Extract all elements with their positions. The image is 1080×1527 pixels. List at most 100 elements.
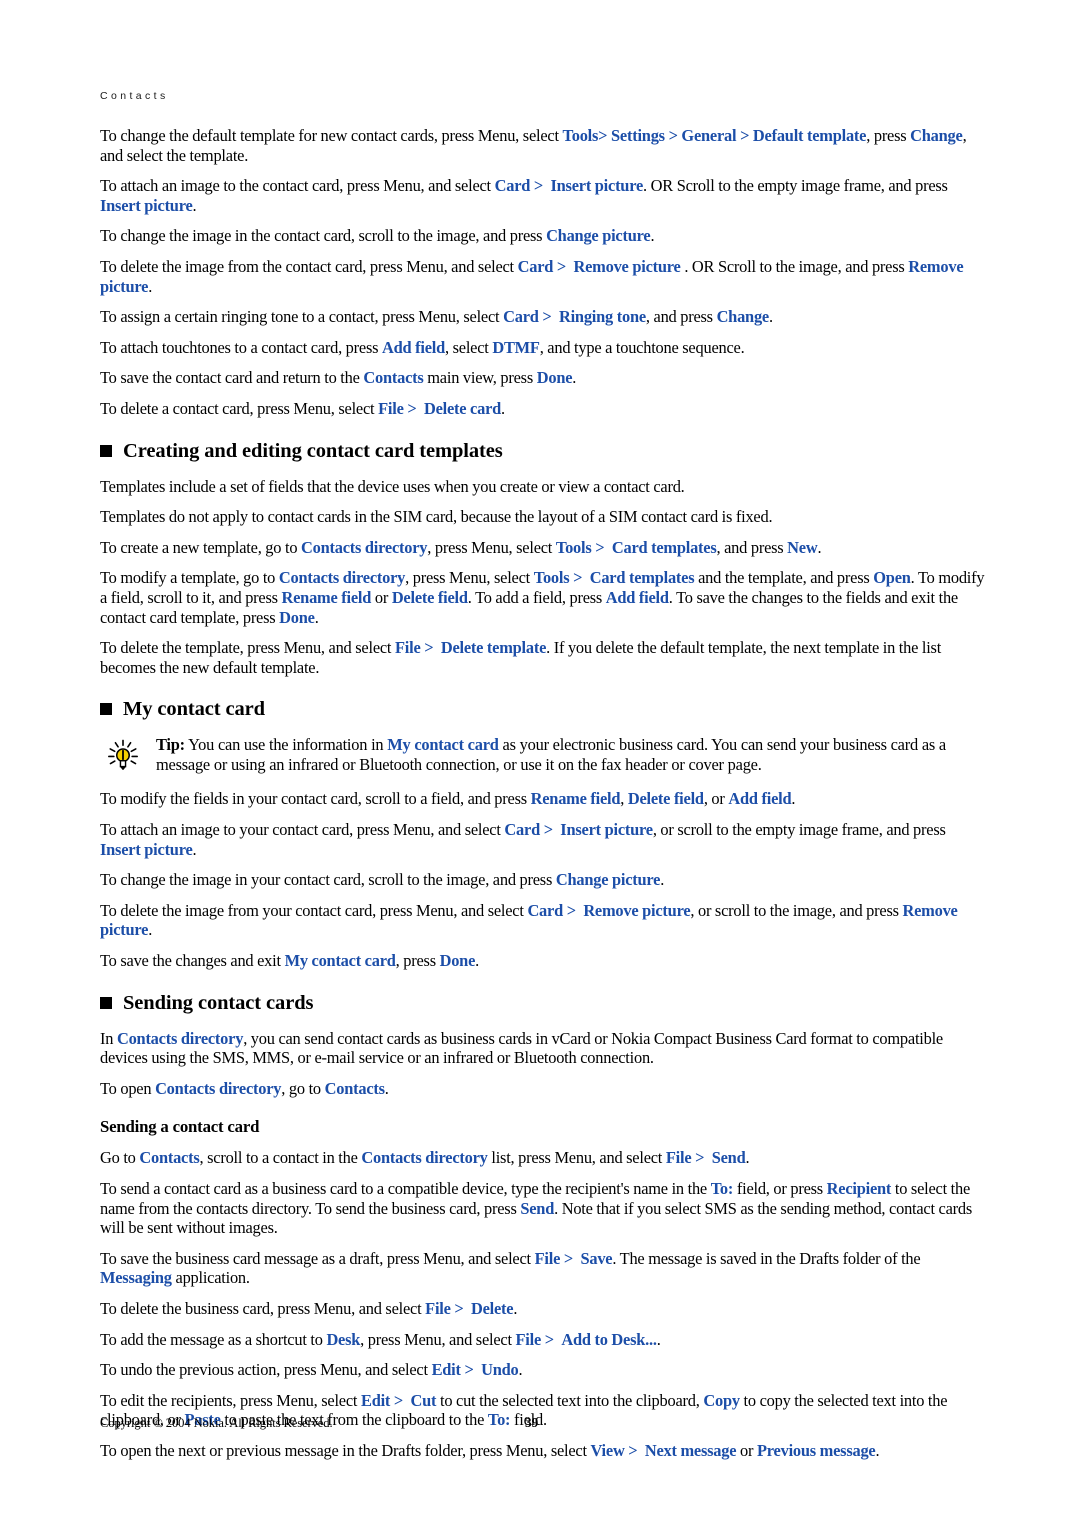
paragraph-attach-image-contact-card: To attach an image to the contact card, … (100, 176, 989, 215)
text: . (192, 195, 197, 215)
separator-gt: > (407, 398, 417, 418)
text: To undo the previous action, press Menu,… (100, 1360, 432, 1380)
paragraph-goto-contacts-send: Go to Contacts, scroll to a contact in t… (100, 1148, 989, 1168)
ui-label-file: File (394, 638, 421, 658)
tip-callout: Tip: You can use the information in My c… (100, 735, 989, 774)
ui-label-rename-field: Rename field (530, 789, 621, 809)
ui-label-insert-picture: Insert picture (100, 195, 193, 215)
ui-label-change: Change (716, 307, 770, 327)
text: , press (866, 126, 911, 145)
paragraph-save-exit-my-card: To save the changes and exit My contact … (100, 951, 989, 971)
ui-label-card: Card (504, 820, 540, 840)
text: To delete the image from the contact car… (100, 256, 518, 276)
paragraph-delete-contact-card: To delete a contact card, press Menu, se… (100, 399, 989, 419)
text: To change the image in your contact card… (100, 870, 556, 890)
paragraph-save-draft: To save the business card message as a d… (100, 1249, 989, 1288)
subheading-sending-a-contact-card: Sending a contact card (100, 1117, 260, 1137)
ui-label-file: File (425, 1298, 451, 1318)
text: , go to (281, 1078, 325, 1098)
text: . (791, 789, 796, 809)
ui-label-to-field: To: (487, 1410, 511, 1430)
ui-label-messaging: Messaging (100, 1268, 172, 1288)
text: To send a contact card as a business car… (100, 1179, 711, 1198)
ui-label-my-contact-card: My contact card (284, 951, 396, 971)
ui-label-undo: Undo (481, 1360, 519, 1380)
ui-label-cut: Cut (410, 1390, 437, 1410)
text: You can use the information in (184, 735, 388, 755)
text: To edit the recipients, press Menu, sele… (100, 1390, 361, 1410)
text: . OR Scroll to the empty image frame, an… (643, 176, 948, 196)
text: . (314, 607, 319, 627)
text: , and press (645, 307, 717, 327)
paragraph-default-template: To change the default template for new c… (100, 126, 989, 165)
text: . (650, 226, 655, 246)
ui-label-contacts-directory: Contacts directory (278, 568, 406, 588)
separator-gt: > (595, 537, 605, 557)
text: . (475, 951, 480, 971)
separator-gt: > (556, 256, 567, 276)
text: . (501, 398, 505, 418)
text: . (817, 537, 822, 557)
section-heading-sending-contact-cards: Sending contact cards (100, 991, 989, 1015)
ui-label-add-field: Add field (605, 587, 669, 607)
separator-gt: > (563, 1248, 573, 1268)
ui-label-open: Open (873, 568, 911, 588)
separator-gt: > (464, 1360, 474, 1380)
ui-label-to-field: To: (710, 1179, 734, 1198)
text: To save the contact card and return to t… (100, 368, 364, 388)
ui-label-contacts: Contacts (324, 1078, 385, 1098)
square-bullet-icon (100, 703, 112, 716)
separator-gt: > (542, 307, 552, 327)
ui-label-contacts: Contacts (363, 368, 424, 388)
heading-text: Sending contact cards (123, 991, 314, 1014)
ui-label-remove-picture: Remove picture (583, 900, 691, 920)
separator-gt: > (454, 1298, 464, 1318)
text: . (192, 839, 197, 859)
ui-label-edit: Edit (360, 1390, 391, 1410)
paragraph-undo: To undo the previous action, press Menu,… (100, 1360, 989, 1380)
paragraph-delete-business-card: To delete the business card, press Menu,… (100, 1299, 989, 1319)
ui-label-change-picture: Change picture (555, 870, 661, 890)
ui-label-next-message: Next message (644, 1440, 737, 1460)
text: To assign a certain ringing tone to a co… (100, 307, 504, 327)
text: , or scroll to the empty image frame, an… (652, 820, 946, 840)
paragraph-attach-image-my-card: To attach an image to your contact card,… (100, 820, 989, 859)
ui-label-view: View (590, 1440, 625, 1460)
paragraph-send-contact-cards-intro: In Contacts directory, you can send cont… (100, 1029, 989, 1068)
text: field, or press (733, 1179, 827, 1198)
text: To add the message as a shortcut to (100, 1329, 327, 1349)
ui-label-contacts: Contacts (139, 1148, 200, 1168)
separator-gt: > (668, 126, 678, 145)
text: To delete the business card, press Menu,… (100, 1298, 426, 1318)
paragraph-next-previous-message: To open the next or previous message in … (100, 1441, 989, 1461)
ui-label-delete-template: Delete template (440, 638, 547, 658)
ui-label-add-to-desk: Add to Desk... (561, 1329, 657, 1349)
text: Go to (100, 1148, 140, 1168)
ui-label-general: General (681, 126, 737, 145)
text: list, press Menu, and select (487, 1148, 666, 1168)
text: main view, press (423, 368, 537, 388)
paragraph-add-to-desk: To add the message as a shortcut to Desk… (100, 1330, 989, 1350)
ui-label-change-picture: Change picture (546, 226, 651, 246)
text: . To add a field, press (467, 587, 606, 607)
paragraph-modify-template: To modify a template, go to Contacts dir… (100, 568, 989, 627)
ui-label-send: Send (520, 1198, 555, 1218)
text: , press Menu, select (427, 537, 556, 557)
text: application. (171, 1268, 251, 1288)
text: , scroll to a contact in the (199, 1148, 362, 1168)
separator-gt: > (393, 1390, 404, 1410)
paragraph-create-new-template: To create a new template, go to Contacts… (100, 538, 989, 558)
text: . (148, 276, 153, 296)
text: To save the changes and exit (100, 951, 285, 971)
ui-label-rename-field: Rename field (281, 587, 372, 607)
paragraph-templates-include: Templates include a set of fields that t… (100, 476, 685, 496)
text: or (371, 587, 392, 607)
text: To create a new template, go to (100, 537, 302, 557)
tip-text: Tip: You can use the information in My c… (156, 735, 989, 774)
text: or (736, 1440, 757, 1460)
text: To delete a contact card, press Menu, se… (100, 398, 379, 418)
separator-gt: > (424, 638, 434, 658)
ui-label-file: File (378, 398, 404, 418)
separator-gt: > (628, 1440, 638, 1460)
ui-label-card: Card (494, 176, 531, 196)
